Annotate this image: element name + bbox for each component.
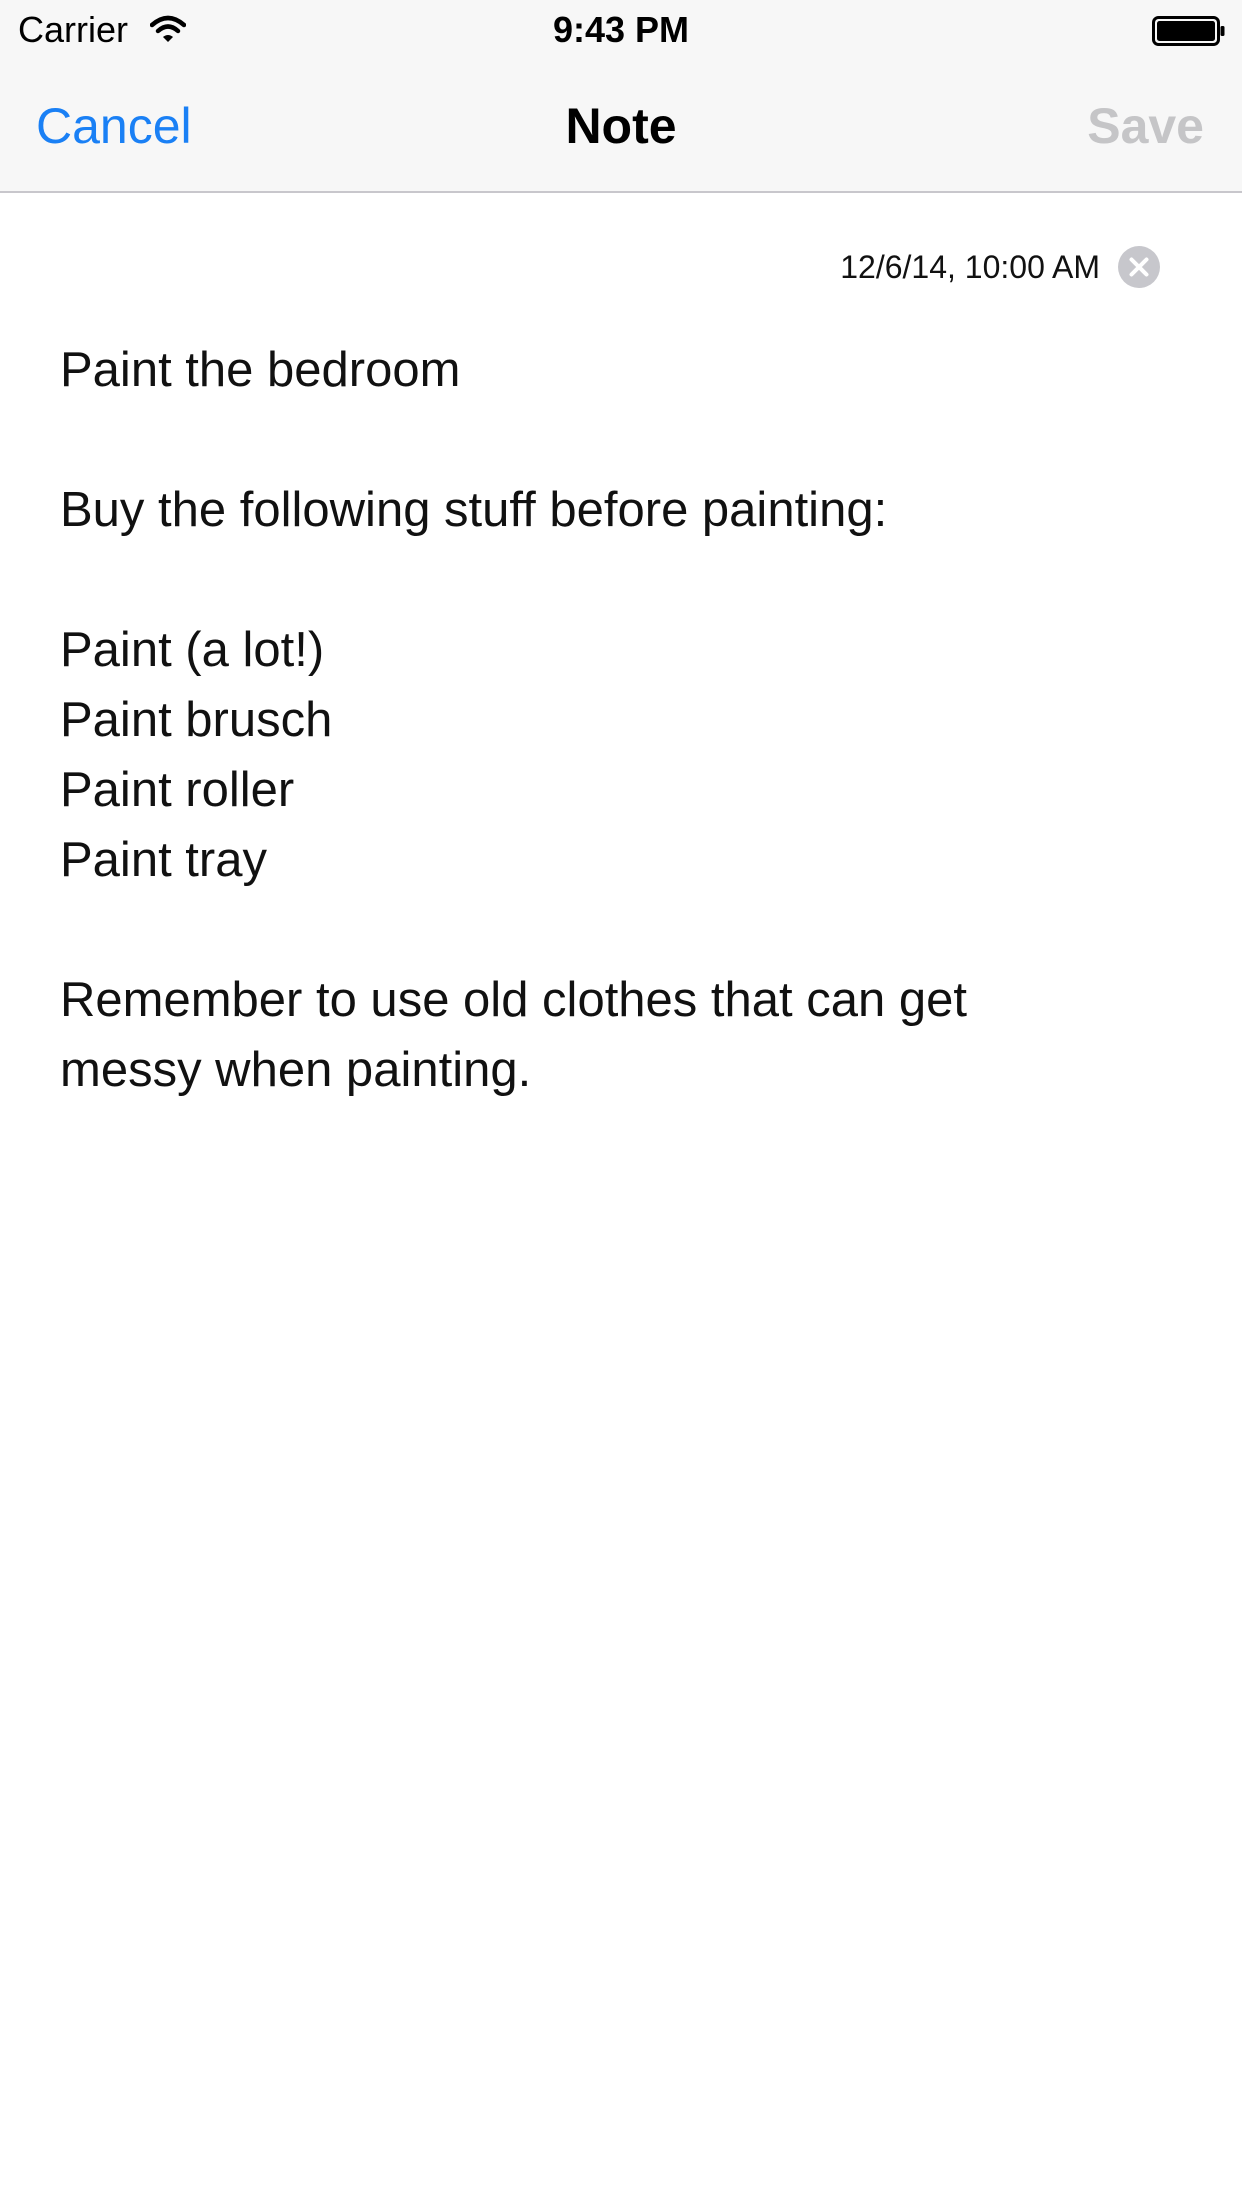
note-line: messy when painting.	[60, 1043, 532, 1097]
note-blank-line	[60, 545, 1180, 615]
note-text-area[interactable]: Paint the bedroom Buy the following stuf…	[60, 335, 1180, 1105]
page-title: Note	[565, 98, 677, 154]
save-button[interactable]: Save	[1087, 98, 1204, 154]
navigation-bar: Cancel Note Save	[0, 60, 1242, 191]
note-line: Paint roller	[60, 763, 295, 817]
status-bar: Carrier 9:43 PM	[0, 0, 1242, 60]
note-date-row: 12/6/14, 10:00 AM	[840, 244, 1160, 290]
note-line: Paint tray	[60, 833, 267, 887]
battery-icon	[1152, 16, 1225, 46]
clear-circle-icon[interactable]	[1118, 246, 1160, 288]
note-blank-line	[60, 895, 1180, 965]
status-time: 9:43 PM	[552, 9, 690, 50]
note-blank-line	[60, 405, 1180, 475]
note-line: Paint the bedroom	[60, 343, 461, 397]
note-line: Paint brusch	[60, 693, 333, 747]
top-bar: Carrier 9:43 PM Cancel Note Save	[0, 0, 1242, 193]
note-line: Buy the following stuff before painting:	[60, 483, 888, 537]
note-date[interactable]: 12/6/14, 10:00 AM	[840, 247, 1100, 287]
note-line: Paint (a lot!)	[60, 623, 325, 677]
note-line: Remember to use old clothes that can get	[60, 973, 968, 1027]
